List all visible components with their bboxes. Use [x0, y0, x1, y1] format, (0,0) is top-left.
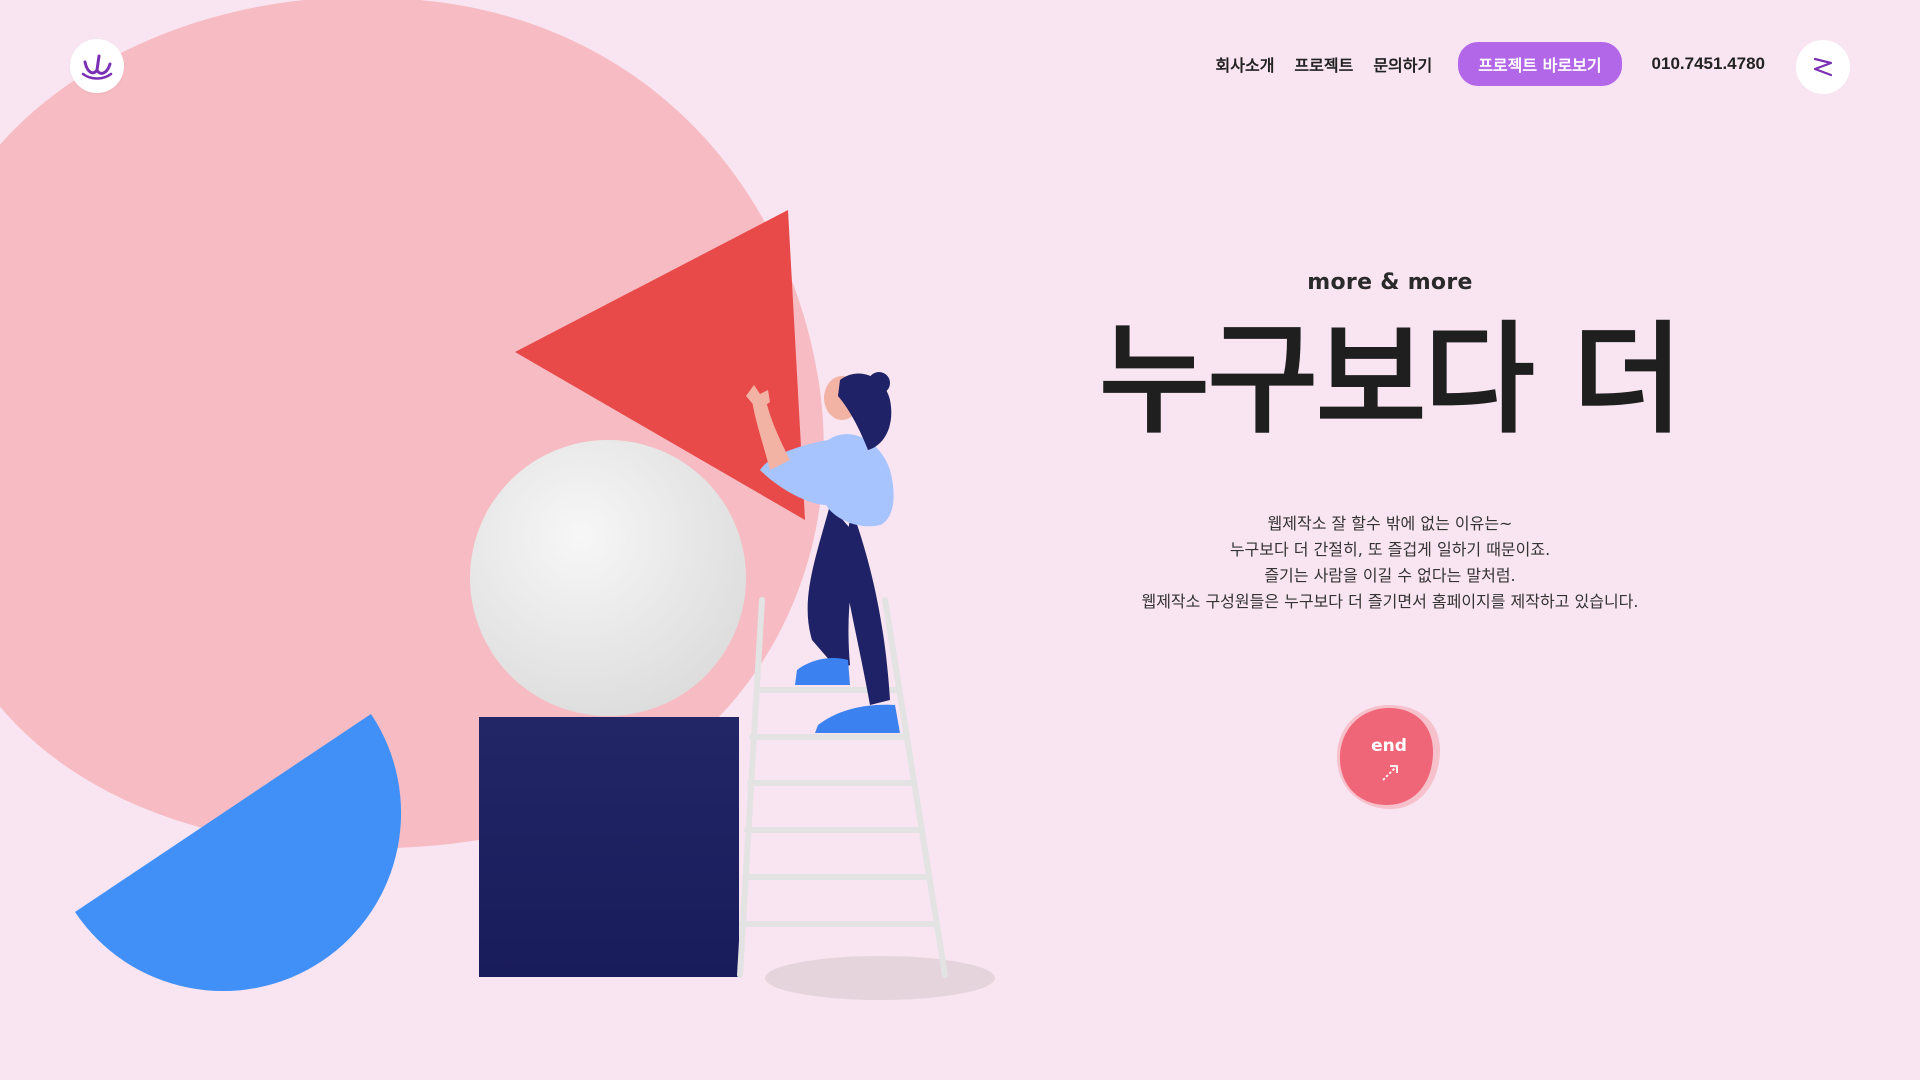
hero-desc-line: 즐기는 사람을 이길 수 없다는 말처럼. [1264, 566, 1516, 585]
arrow-up-right-icon [1382, 765, 1398, 781]
ladder-shadow-shape [765, 956, 995, 1000]
nav-link-projects[interactable]: 프로젝트 [1294, 52, 1353, 76]
end-button[interactable]: end [1334, 702, 1444, 812]
menu-button[interactable] [1796, 40, 1850, 94]
nav-link-about[interactable]: 회사소개 [1216, 52, 1275, 76]
end-button-label: end [1371, 736, 1407, 756]
hero-desc-line: 웹제작소 구성원들은 누구보다 더 즐기면서 홈페이지를 제작하고 있습니다. [1141, 592, 1639, 611]
hero-description: 웹제작소 잘 할수 밖에 없는 이유는~ 누구보다 더 간절히, 또 즐겁게 일… [1090, 511, 1690, 615]
logo[interactable] [70, 39, 124, 93]
end-blob-shape [1337, 705, 1441, 810]
hero-eyebrow: more & more [1307, 270, 1473, 295]
smile-w-logo-icon [81, 54, 113, 80]
white-sphere-shape [470, 440, 746, 716]
hero-illustration [0, 0, 995, 1000]
navy-box-shape [479, 717, 739, 977]
hero-section: more & more 누구보다 더 웹제작소 잘 할수 밖에 없는 이유는~ … [1090, 270, 1690, 615]
nav-link-contact[interactable]: 문의하기 [1373, 52, 1432, 76]
main-nav: 회사소개 프로젝트 문의하기 프로젝트 바로보기 010.7451.4780 [1216, 42, 1765, 86]
view-projects-button[interactable]: 프로젝트 바로보기 [1458, 42, 1622, 86]
hero-desc-line: 누구보다 더 간절히, 또 즐겁게 일하기 때문이죠. [1229, 540, 1551, 559]
hero-headline: 누구보다 더 [1099, 311, 1683, 450]
zigzag-menu-icon [1813, 57, 1833, 77]
phone-number[interactable]: 010.7451.4780 [1652, 54, 1765, 74]
hero-desc-line: 웹제작소 잘 할수 밖에 없는 이유는~ [1267, 514, 1513, 533]
